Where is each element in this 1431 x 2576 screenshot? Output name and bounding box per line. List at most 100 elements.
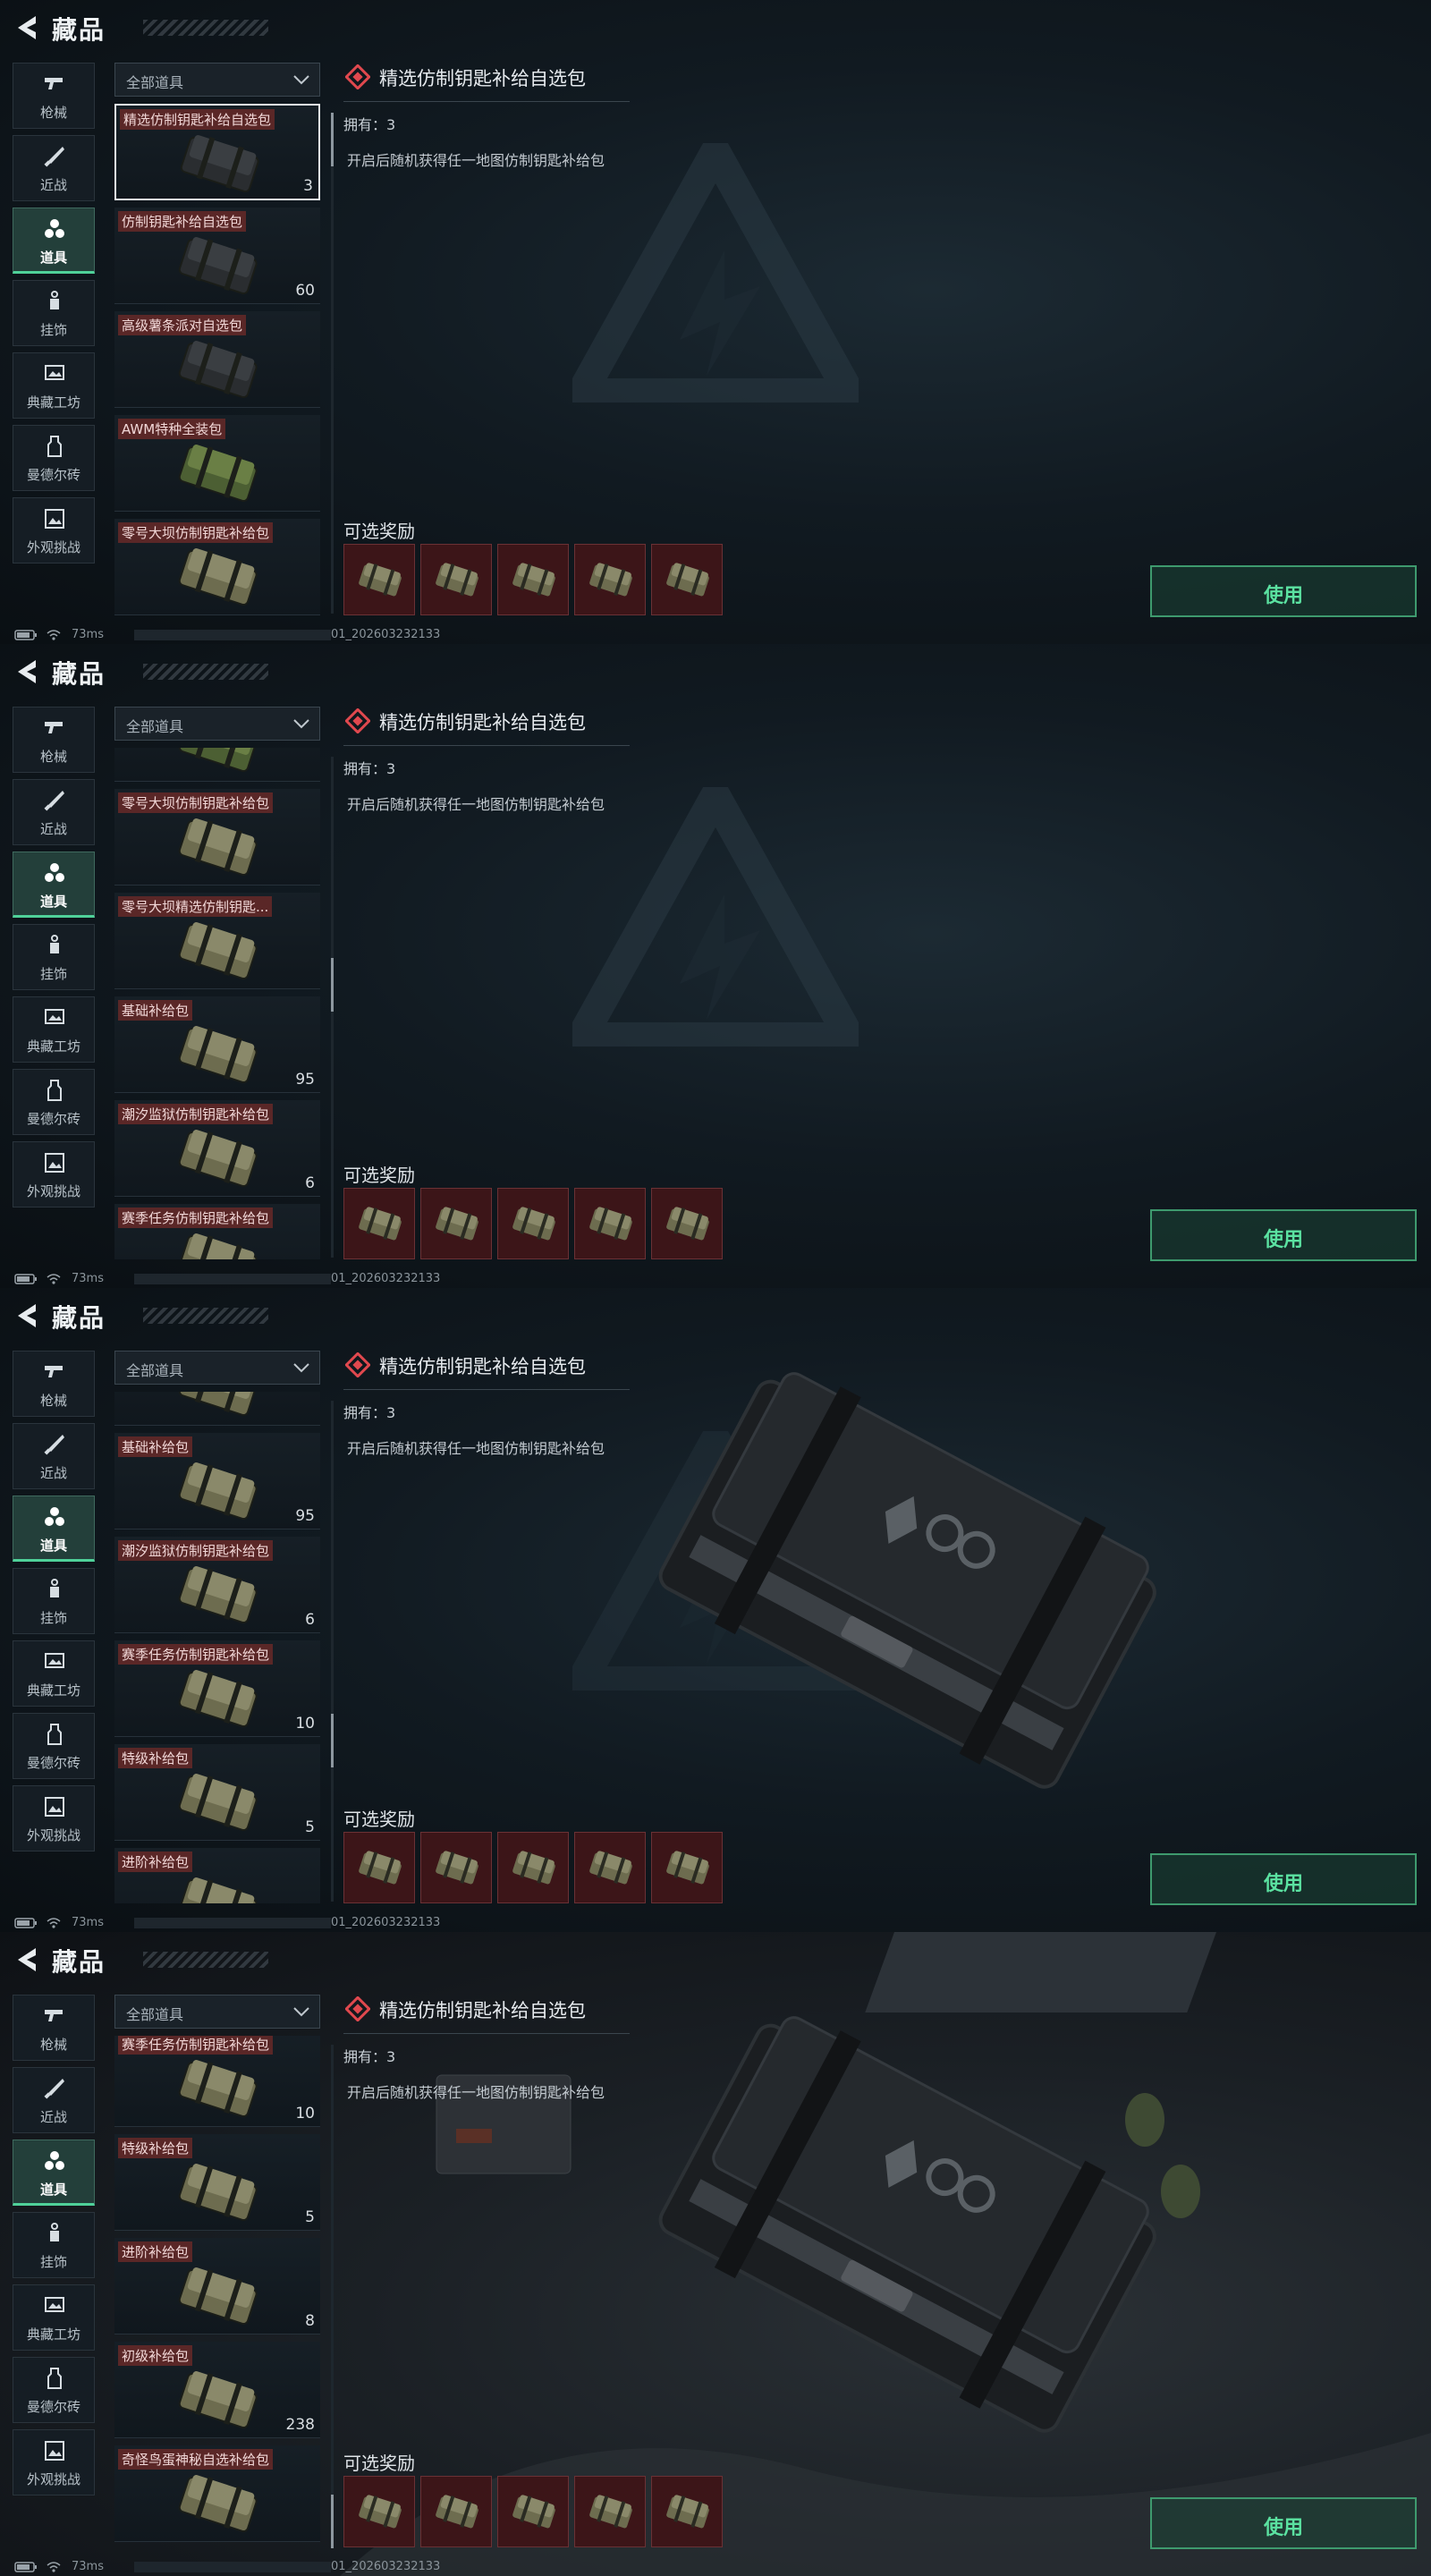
item-name: 高级薯条派对自选包 xyxy=(118,315,247,335)
category-tab[interactable]: 近战 xyxy=(13,2067,95,2133)
reward-slot[interactable] xyxy=(574,544,646,615)
reward-slot[interactable] xyxy=(651,2476,723,2547)
reward-slot[interactable] xyxy=(343,544,415,615)
item-card[interactable]: 进阶补给包8 xyxy=(114,1848,320,1903)
category-tab[interactable]: 典藏工坊 xyxy=(13,2284,95,2351)
category-tab[interactable]: 外观挑战 xyxy=(13,1141,95,1208)
item-list[interactable]: 赛季任务仿制钥匙补给包 10 特级补给包 5 进阶补给包 8 初级补给包 238 奇怪鸟蛋神秘自… xyxy=(114,2036,324,2547)
reward-slot[interactable] xyxy=(343,1832,415,1903)
category-tab[interactable]: 挂饰 xyxy=(13,1568,95,1634)
category-tab[interactable]: 枪械 xyxy=(13,707,95,773)
item-card[interactable]: 奇怪鸟蛋神秘自选补给包 xyxy=(114,2445,320,2543)
item-list[interactable]: 精选仿制钥匙补给自选包 3 仿制钥匙补给自选包 60 高级薯条派对自选包 AWM特种全装包… xyxy=(114,104,324,615)
reward-slot[interactable] xyxy=(420,544,492,615)
reward-slot[interactable] xyxy=(343,2476,415,2547)
reward-slot[interactable] xyxy=(574,2476,646,2547)
scroll-thumb[interactable] xyxy=(331,113,334,166)
item-list-scrollbar[interactable] xyxy=(331,2045,334,2548)
item-list[interactable]: 零号大坝精选仿制钥匙... 基础补给包 95 潮汐监狱仿制钥匙补给包 6 赛季任务仿制钥匙… xyxy=(114,1392,324,1903)
item-card[interactable]: 零号大坝精选仿制钥匙... xyxy=(114,893,320,990)
category-tab[interactable]: 典藏工坊 xyxy=(13,1640,95,1707)
item-card[interactable]: 仿制钥匙补给自选包 60 xyxy=(114,208,320,304)
item-card[interactable]: AWM特种全装包 xyxy=(114,415,320,512)
back-arrow-icon[interactable] xyxy=(14,1302,38,1329)
item-card[interactable]: 基础补给包 95 xyxy=(114,996,320,1094)
scroll-thumb[interactable] xyxy=(331,958,334,1012)
back-arrow-icon[interactable] xyxy=(14,658,38,685)
reward-slot[interactable] xyxy=(574,1832,646,1903)
category-tab[interactable]: 曼德尔砖 xyxy=(13,2357,95,2423)
back-arrow-icon[interactable] xyxy=(14,14,38,41)
reward-slot[interactable] xyxy=(497,1832,569,1903)
status-bar: 73ms 01_202603232133 xyxy=(0,1270,1431,1288)
category-tab[interactable]: 道具 xyxy=(13,852,95,918)
item-card[interactable]: 赛季任务仿制钥匙补给包10 xyxy=(114,2036,320,2128)
reward-slot[interactable] xyxy=(497,2476,569,2547)
item-card[interactable]: 赛季任务仿制钥匙补给包10 xyxy=(114,1640,320,1738)
top-bar: 藏品 xyxy=(0,0,1431,57)
category-tab[interactable]: 外观挑战 xyxy=(13,2429,95,2496)
use-button[interactable]: 使用 xyxy=(1150,565,1417,617)
category-tab[interactable]: 曼德尔砖 xyxy=(13,1069,95,1135)
category-tab[interactable]: 挂饰 xyxy=(13,280,95,346)
category-tab[interactable]: 近战 xyxy=(13,779,95,845)
item-list-scrollbar[interactable] xyxy=(331,1401,334,1902)
item-list[interactable]: AWM特种全装包零号大坝仿制钥匙补给包零号大坝精选仿制钥匙... 基础补给包 95 潮… xyxy=(114,748,324,1259)
item-card[interactable]: 特级补给包 5 xyxy=(114,1744,320,1842)
scroll-thumb[interactable] xyxy=(331,2495,334,2548)
item-card[interactable]: 零号大坝仿制钥匙补给包 xyxy=(114,519,320,615)
category-tab[interactable]: 近战 xyxy=(13,1423,95,1489)
reward-slot[interactable] xyxy=(497,1188,569,1259)
item-card[interactable]: 赛季任务仿制钥匙补给包10 xyxy=(114,1204,320,1259)
item-filter-dropdown[interactable]: 全部道具 xyxy=(114,63,320,97)
item-card[interactable]: 特级补给包 5 xyxy=(114,2134,320,2232)
category-tab[interactable]: 道具 xyxy=(13,2140,95,2206)
item-count: 8 xyxy=(305,2312,315,2331)
category-tab[interactable]: 曼德尔砖 xyxy=(13,425,95,491)
category-tab[interactable]: 典藏工坊 xyxy=(13,352,95,419)
reward-slot[interactable] xyxy=(497,544,569,615)
battery-icon xyxy=(14,2562,37,2572)
category-tab[interactable]: 近战 xyxy=(13,135,95,201)
item-list-scrollbar[interactable] xyxy=(331,113,334,614)
category-tab[interactable]: 枪械 xyxy=(13,1995,95,2061)
item-card[interactable]: 初级补给包 238 xyxy=(114,2342,320,2439)
back-arrow-icon[interactable] xyxy=(14,1946,38,1973)
reward-slot[interactable] xyxy=(651,1832,723,1903)
reward-slot[interactable] xyxy=(343,1188,415,1259)
reward-slot[interactable] xyxy=(420,1188,492,1259)
category-tab[interactable]: 挂饰 xyxy=(13,924,95,990)
item-filter-dropdown[interactable]: 全部道具 xyxy=(114,1995,320,2029)
reward-slot[interactable] xyxy=(651,1188,723,1259)
item-list-scrollbar[interactable] xyxy=(331,757,334,1258)
reward-slot[interactable] xyxy=(420,1832,492,1903)
item-name: 赛季任务仿制钥匙补给包 xyxy=(118,2036,274,2055)
use-button[interactable]: 使用 xyxy=(1150,1853,1417,1905)
category-tab[interactable]: 枪械 xyxy=(13,1351,95,1417)
use-button[interactable]: 使用 xyxy=(1150,2497,1417,2549)
item-card[interactable]: 精选仿制钥匙补给自选包 3 xyxy=(114,104,320,200)
category-tab[interactable]: 典藏工坊 xyxy=(13,996,95,1063)
scroll-thumb[interactable] xyxy=(331,1714,334,1767)
item-card[interactable]: 进阶补给包8 xyxy=(114,2238,320,2335)
item-filter-dropdown[interactable]: 全部道具 xyxy=(114,1351,320,1385)
item-card[interactable]: 潮汐监狱仿制钥匙补给包 6 xyxy=(114,1537,320,1634)
category-tab[interactable]: 道具 xyxy=(13,1496,95,1562)
category-tab[interactable]: 枪械 xyxy=(13,63,95,129)
reward-slot[interactable] xyxy=(651,544,723,615)
item-card[interactable]: AWM特种全装包 xyxy=(114,748,320,783)
item-filter-dropdown[interactable]: 全部道具 xyxy=(114,707,320,741)
reward-slot[interactable] xyxy=(574,1188,646,1259)
item-card[interactable]: 零号大坝精选仿制钥匙... xyxy=(114,1392,320,1427)
reward-slot[interactable] xyxy=(420,2476,492,2547)
item-card[interactable]: 基础补给包 95 xyxy=(114,1433,320,1530)
item-card[interactable]: 潮汐监狱仿制钥匙补给包 6 xyxy=(114,1100,320,1198)
category-tab[interactable]: 曼德尔砖 xyxy=(13,1713,95,1779)
use-button[interactable]: 使用 xyxy=(1150,1209,1417,1261)
item-card[interactable]: 高级薯条派对自选包 xyxy=(114,311,320,408)
category-tab[interactable]: 道具 xyxy=(13,208,95,274)
item-card[interactable]: 零号大坝仿制钥匙补给包 xyxy=(114,789,320,886)
category-tab[interactable]: 外观挑战 xyxy=(13,1785,95,1852)
category-tab[interactable]: 外观挑战 xyxy=(13,497,95,564)
category-tab[interactable]: 挂饰 xyxy=(13,2212,95,2278)
